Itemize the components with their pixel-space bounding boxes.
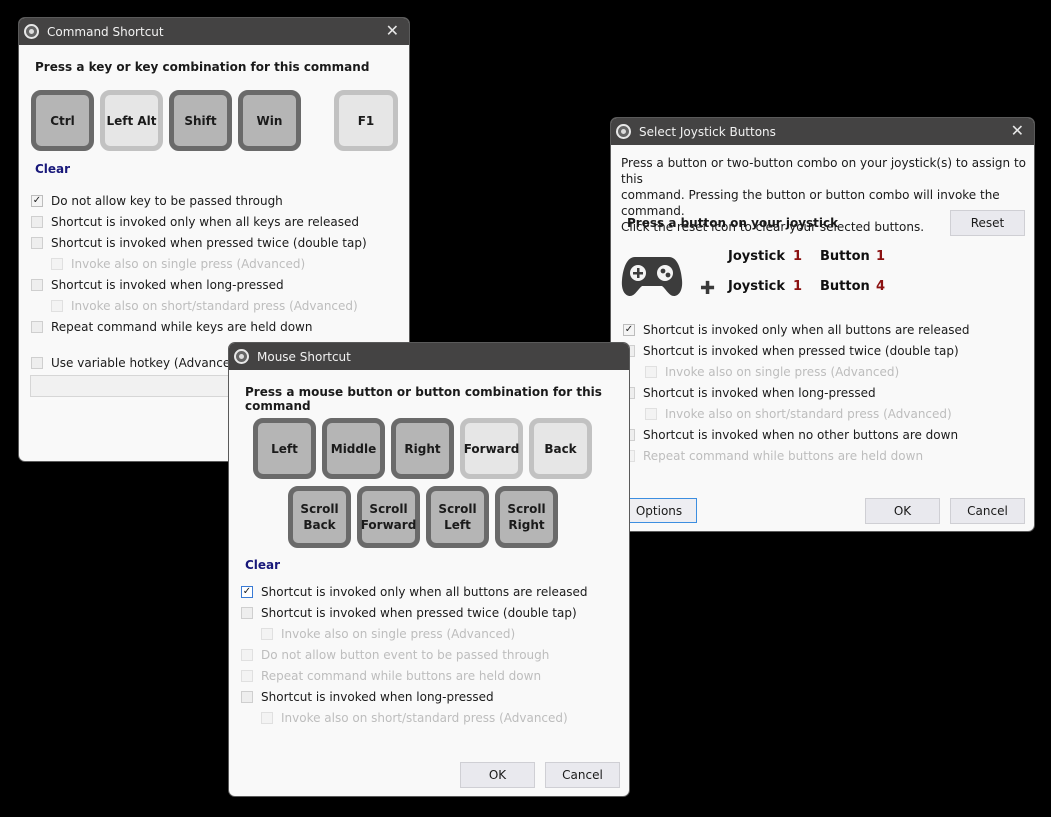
joystick-prompt: Press a button on your joystick bbox=[627, 216, 839, 230]
combo-2-button-label: Button bbox=[820, 279, 870, 294]
app-logo-icon bbox=[24, 24, 39, 39]
mouse-button-scroll-left[interactable]: Scroll Left bbox=[426, 486, 489, 548]
mouse-shortcut-titlebar[interactable]: Mouse Shortcut bbox=[229, 343, 629, 370]
joystick-titlebar[interactable]: Select Joystick Buttons ✕ bbox=[611, 118, 1034, 145]
ok-button[interactable]: OK bbox=[460, 762, 535, 788]
joystick-window: Select Joystick Buttons ✕ Press a button… bbox=[610, 117, 1035, 532]
key-left-alt[interactable]: Left Alt bbox=[100, 90, 163, 151]
mouse-option-repeat[interactable]: Repeat command while buttons are held do… bbox=[241, 669, 541, 683]
plus-icon: ✚ bbox=[700, 278, 716, 299]
mouse-option-short-press[interactable]: Invoke also on short/standard press (Adv… bbox=[261, 711, 568, 725]
combo-1-joystick-label: Joystick bbox=[728, 249, 786, 264]
mouse-button-scroll-right[interactable]: Scroll Right bbox=[495, 486, 558, 548]
checkbox[interactable] bbox=[241, 607, 253, 619]
mouse-heading: Press a mouse button or button combinati… bbox=[245, 385, 602, 413]
mouse-option-invoke-on-release[interactable]: ✓ Shortcut is invoked only when all butto… bbox=[241, 585, 588, 599]
option-invoke-on-release[interactable]: Shortcut is invoked only when all keys a… bbox=[31, 215, 359, 229]
window-title: Mouse Shortcut bbox=[257, 349, 351, 364]
checkbox-checked[interactable]: ✓ bbox=[623, 324, 635, 336]
mouse-shortcut-window: Mouse Shortcut Press a mouse button or b… bbox=[228, 342, 630, 797]
checkbox[interactable] bbox=[241, 649, 253, 661]
mouse-button-left[interactable]: Left bbox=[253, 418, 316, 479]
checkbox-checked[interactable]: ✓ bbox=[241, 586, 253, 598]
mouse-button-back[interactable]: Back bbox=[529, 418, 592, 479]
option-variable-hotkey[interactable]: Use variable hotkey (Advanced) bbox=[31, 356, 243, 370]
combo-2-joystick-label: Joystick bbox=[728, 279, 786, 294]
checkbox[interactable] bbox=[645, 408, 657, 420]
option-double-tap[interactable]: Shortcut is invoked when pressed twice (… bbox=[31, 236, 367, 250]
joystick-option-invoke-on-release[interactable]: ✓ Shortcut is invoked only when all butto… bbox=[623, 323, 970, 337]
joystick-option-double-tap[interactable]: Shortcut is invoked when pressed twice (… bbox=[623, 344, 959, 358]
combo-2-joystick-number: 1 bbox=[793, 279, 803, 294]
mouse-option-long-press[interactable]: Shortcut is invoked when long-pressed bbox=[241, 690, 494, 704]
clear-link[interactable]: Clear bbox=[35, 162, 70, 176]
checkbox[interactable] bbox=[31, 279, 43, 291]
checkbox[interactable] bbox=[51, 258, 63, 270]
option-repeat[interactable]: Repeat command while keys are held down bbox=[31, 320, 312, 334]
window-title: Command Shortcut bbox=[47, 24, 164, 39]
option-no-pass-through[interactable]: ✓ Do not allow key to be passed through bbox=[31, 194, 283, 208]
mouse-button-scroll-forward[interactable]: Scroll Forward bbox=[357, 486, 420, 548]
gamepad-icon bbox=[621, 254, 683, 301]
checkbox-checked[interactable]: ✓ bbox=[31, 195, 43, 207]
close-icon[interactable]: ✕ bbox=[386, 22, 399, 40]
combo-2-button-number: 4 bbox=[876, 279, 886, 294]
mouse-option-no-pass-through[interactable]: Do not allow button event to be passed t… bbox=[241, 648, 549, 662]
checkbox[interactable] bbox=[645, 366, 657, 378]
checkbox[interactable] bbox=[261, 712, 273, 724]
command-heading: Press a key or key combination for this … bbox=[35, 60, 370, 74]
options-button[interactable]: Options bbox=[621, 498, 697, 523]
cancel-button[interactable]: Cancel bbox=[950, 498, 1025, 524]
reset-button[interactable]: Reset bbox=[950, 210, 1025, 236]
checkbox[interactable] bbox=[31, 357, 43, 369]
mouse-option-single-press[interactable]: Invoke also on single press (Advanced) bbox=[261, 627, 515, 641]
key-win[interactable]: Win bbox=[238, 90, 301, 151]
checkbox[interactable] bbox=[31, 321, 43, 333]
option-single-press[interactable]: Invoke also on single press (Advanced) bbox=[51, 257, 305, 271]
combo-1-joystick-number: 1 bbox=[793, 249, 803, 264]
app-logo-icon bbox=[234, 349, 249, 364]
cancel-button[interactable]: Cancel bbox=[545, 762, 620, 788]
checkbox[interactable] bbox=[31, 216, 43, 228]
combo-1-button-label: Button bbox=[820, 249, 870, 264]
key-ctrl[interactable]: Ctrl bbox=[31, 90, 94, 151]
joystick-option-no-other-buttons[interactable]: Shortcut is invoked when no other button… bbox=[623, 428, 958, 442]
joystick-option-long-press[interactable]: Shortcut is invoked when long-pressed bbox=[623, 386, 876, 400]
option-short-press[interactable]: Invoke also on short/standard press (Adv… bbox=[51, 299, 358, 313]
option-long-press[interactable]: Shortcut is invoked when long-pressed bbox=[31, 278, 284, 292]
joystick-option-short-press[interactable]: Invoke also on short/standard press (Adv… bbox=[645, 407, 952, 421]
command-shortcut-titlebar[interactable]: Command Shortcut ✕ bbox=[19, 18, 409, 45]
checkbox[interactable] bbox=[261, 628, 273, 640]
checkbox[interactable] bbox=[31, 237, 43, 249]
joystick-option-single-press[interactable]: Invoke also on single press (Advanced) bbox=[645, 365, 899, 379]
close-icon[interactable]: ✕ bbox=[1011, 122, 1024, 140]
mouse-button-forward[interactable]: Forward bbox=[460, 418, 523, 479]
mouse-option-double-tap[interactable]: Shortcut is invoked when pressed twice (… bbox=[241, 606, 577, 620]
window-title: Select Joystick Buttons bbox=[639, 124, 776, 139]
ok-button[interactable]: OK bbox=[865, 498, 940, 524]
checkbox[interactable] bbox=[241, 670, 253, 682]
combo-1-button-number: 1 bbox=[876, 249, 886, 264]
checkbox[interactable] bbox=[51, 300, 63, 312]
key-shift[interactable]: Shift bbox=[169, 90, 232, 151]
key-f1[interactable]: F1 bbox=[334, 90, 398, 151]
joystick-option-repeat[interactable]: Repeat command while buttons are held do… bbox=[623, 449, 923, 463]
mouse-button-middle[interactable]: Middle bbox=[322, 418, 385, 479]
mouse-button-right[interactable]: Right bbox=[391, 418, 454, 479]
mouse-button-scroll-back[interactable]: Scroll Back bbox=[288, 486, 351, 548]
checkbox[interactable] bbox=[241, 691, 253, 703]
app-logo-icon bbox=[616, 124, 631, 139]
clear-link[interactable]: Clear bbox=[245, 558, 280, 572]
